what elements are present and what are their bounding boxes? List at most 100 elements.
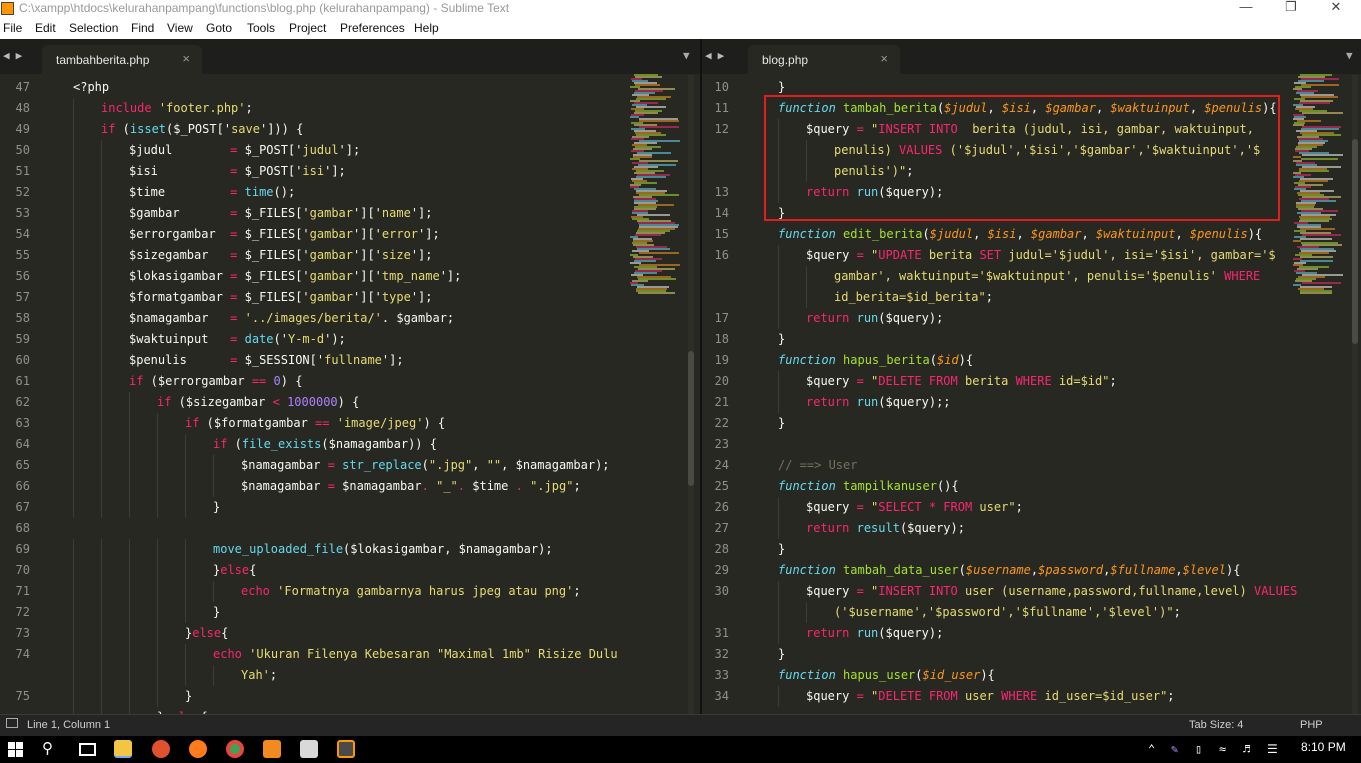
code-line[interactable]: function hapus_user($id_user){	[778, 665, 995, 686]
battery-icon[interactable]: ▯	[1195, 742, 1202, 756]
code-line[interactable]: gambar', waktuinput='$waktuinput', penul…	[834, 266, 1260, 287]
menu-preferences[interactable]: Preferences	[340, 21, 405, 35]
menu-selection[interactable]: Selection	[69, 21, 118, 35]
code-line[interactable]: }	[778, 329, 785, 350]
code-line[interactable]: $query = "DELETE FROM berita WHERE id=$i…	[806, 371, 1117, 392]
volume-icon[interactable]: ♬	[1243, 742, 1250, 756]
right-tab-nav-arrows[interactable]: ◀▶	[705, 49, 730, 62]
syntax-indicator[interactable]: PHP	[1300, 719, 1323, 731]
minimize-button[interactable]: —	[1226, 0, 1266, 18]
panel-toggle-icon[interactable]	[6, 718, 18, 728]
code-line[interactable]: $query = "DELETE FROM user WHERE id_user…	[806, 686, 1175, 707]
code-line[interactable]: $errorgambar = $_FILES['gambar']['error'…	[129, 224, 440, 245]
tab-size-indicator[interactable]: Tab Size: 4	[1189, 719, 1243, 731]
tab-blog[interactable]: blog.php ×	[748, 45, 900, 74]
code-line[interactable]: $judul = $_POST['judul'];	[129, 140, 360, 161]
menu-goto[interactable]: Goto	[206, 21, 232, 35]
code-line[interactable]: function hapus_berita($id){	[778, 350, 973, 371]
left-tab-nav-arrows[interactable]: ◀▶	[3, 49, 28, 62]
indent-guide	[185, 497, 186, 518]
code-line[interactable]: }	[778, 539, 785, 560]
code-line[interactable]: } else{	[157, 707, 208, 714]
left-scroll-thumb[interactable]	[688, 351, 694, 486]
code-line[interactable]: return run($query);	[806, 308, 943, 329]
code-line[interactable]: if (file_exists($namagambar)) {	[213, 434, 437, 455]
maximize-button[interactable]: ❐	[1271, 0, 1311, 18]
code-line[interactable]: }	[213, 497, 220, 518]
right-scroll-thumb[interactable]	[1352, 139, 1358, 344]
code-line[interactable]: if (isset($_POST['save'])) {	[101, 119, 303, 140]
code-line[interactable]: function tampilkanuser(){	[778, 476, 959, 497]
left-code-area[interactable]: 47 <?php 48 include 'footer.php'; 49 if (isse…	[0, 74, 700, 714]
code-token: }	[778, 542, 786, 556]
right-minimap[interactable]	[1293, 74, 1343, 314]
close-window-button[interactable]: ✕	[1316, 0, 1356, 18]
file-explorer-icon[interactable]	[114, 740, 132, 758]
code-line[interactable]: }	[185, 686, 192, 707]
chrome-icon[interactable]	[226, 740, 244, 758]
menu-file[interactable]: File	[3, 21, 22, 35]
code-line[interactable]: $isi = $_POST['isi'];	[129, 161, 346, 182]
menu-edit[interactable]: Edit	[35, 21, 56, 35]
code-line[interactable]: function edit_berita($judul, $isi, $gamb…	[778, 224, 1262, 245]
code-line[interactable]: $query = "UPDATE berita SET judul='$judu…	[806, 245, 1276, 266]
code-line[interactable]: $namagambar = $namagambar. "_". $time . …	[241, 476, 581, 497]
code-line[interactable]: if ($formatgambar == 'image/jpeg') {	[185, 413, 445, 434]
tab-tambahberita[interactable]: tambahberita.php ×	[42, 45, 202, 74]
action-center-icon[interactable]: ☰	[1267, 742, 1278, 756]
code-line[interactable]: $sizegambar = $_FILES['gambar']['size'];	[129, 245, 433, 266]
code-line[interactable]: return run($query);;	[806, 392, 951, 413]
menu-tools[interactable]: Tools	[247, 21, 275, 35]
code-line[interactable]: if ($errorgambar == 0) {	[129, 371, 302, 392]
code-line[interactable]: }else{	[213, 560, 256, 581]
tab-close-icon[interactable]: ×	[182, 51, 190, 66]
pen-icon[interactable]: ✎	[1171, 742, 1178, 756]
code-line[interactable]: $query = "INSERT INTO user (username,pas…	[806, 581, 1297, 602]
menu-help[interactable]: Help	[414, 21, 439, 35]
menu-project[interactable]: Project	[289, 21, 326, 35]
sublime-text-taskbar-icon[interactable]	[337, 740, 355, 758]
code-line[interactable]: id_berita=$id_berita";	[834, 287, 993, 308]
code-line[interactable]: $lokasigambar = $_FILES['gambar']['tmp_n…	[129, 266, 461, 287]
code-line[interactable]: echo 'Formatnya gambarnya harus jpeg ata…	[241, 581, 581, 602]
code-line[interactable]: Yah';	[241, 665, 277, 686]
left-minimap[interactable]	[630, 74, 680, 314]
windows-start-icon[interactable]	[8, 742, 23, 757]
code-line[interactable]: $waktuinput = date('Y-m-d');	[129, 329, 346, 350]
tab-close-icon[interactable]: ×	[880, 51, 888, 66]
firefox-icon[interactable]	[189, 740, 207, 758]
code-line[interactable]: $gambar = $_FILES['gambar']['name'];	[129, 203, 433, 224]
code-line[interactable]: function tambah_data_user($username, $pas…	[778, 560, 1240, 581]
code-line[interactable]: $namagambar = str_replace(".jpg", "", $n…	[241, 455, 610, 476]
task-view-icon[interactable]	[79, 743, 96, 756]
code-line[interactable]: include 'footer.php';	[101, 98, 253, 119]
code-line[interactable]: $penulis = $_SESSION['fullname'];	[129, 350, 404, 371]
code-line[interactable]: }	[778, 413, 785, 434]
code-line[interactable]: if ($sizegambar < 1000000) {	[157, 392, 359, 413]
tab-dropdown-icon[interactable]: ▼	[1346, 49, 1353, 62]
tray-chevron-icon[interactable]: ⌃	[1148, 742, 1155, 756]
code-line[interactable]: move_uploaded_file($lokasigambar, $namag…	[213, 539, 553, 560]
photos-icon[interactable]	[300, 740, 318, 758]
code-line[interactable]: }	[213, 602, 220, 623]
code-line[interactable]: // ==> User	[778, 455, 857, 476]
xampp-icon[interactable]	[263, 740, 281, 758]
taskbar-clock[interactable]: 8:10 PM	[1301, 740, 1346, 754]
code-line[interactable]: $formatgambar = $_FILES['gambar']['type'…	[129, 287, 433, 308]
menu-view[interactable]: View	[167, 21, 193, 35]
code-line[interactable]: $time = time();	[129, 182, 295, 203]
tab-dropdown-icon[interactable]: ▼	[683, 49, 690, 62]
code-line[interactable]: return run($query);	[806, 623, 943, 644]
code-line[interactable]: ('$username','$password','$fullname','$l…	[834, 602, 1181, 623]
code-line[interactable]: $query = "SELECT * FROM user";	[806, 497, 1023, 518]
search-icon[interactable]: ⚲	[42, 739, 53, 757]
code-line[interactable]: echo 'Ukuran Filenya Kebesaran "Maximal …	[213, 644, 618, 665]
code-line[interactable]: <?php	[73, 77, 109, 98]
code-line[interactable]: }	[778, 644, 785, 665]
code-line[interactable]: $namagambar = '../images/berita/'. $gamb…	[129, 308, 454, 329]
menu-find[interactable]: Find	[131, 21, 154, 35]
code-line[interactable]: return result($query);	[806, 518, 965, 539]
app-a-icon[interactable]	[152, 740, 170, 758]
code-line[interactable]: }else{	[185, 623, 228, 644]
wifi-icon[interactable]: ≈	[1219, 742, 1226, 756]
